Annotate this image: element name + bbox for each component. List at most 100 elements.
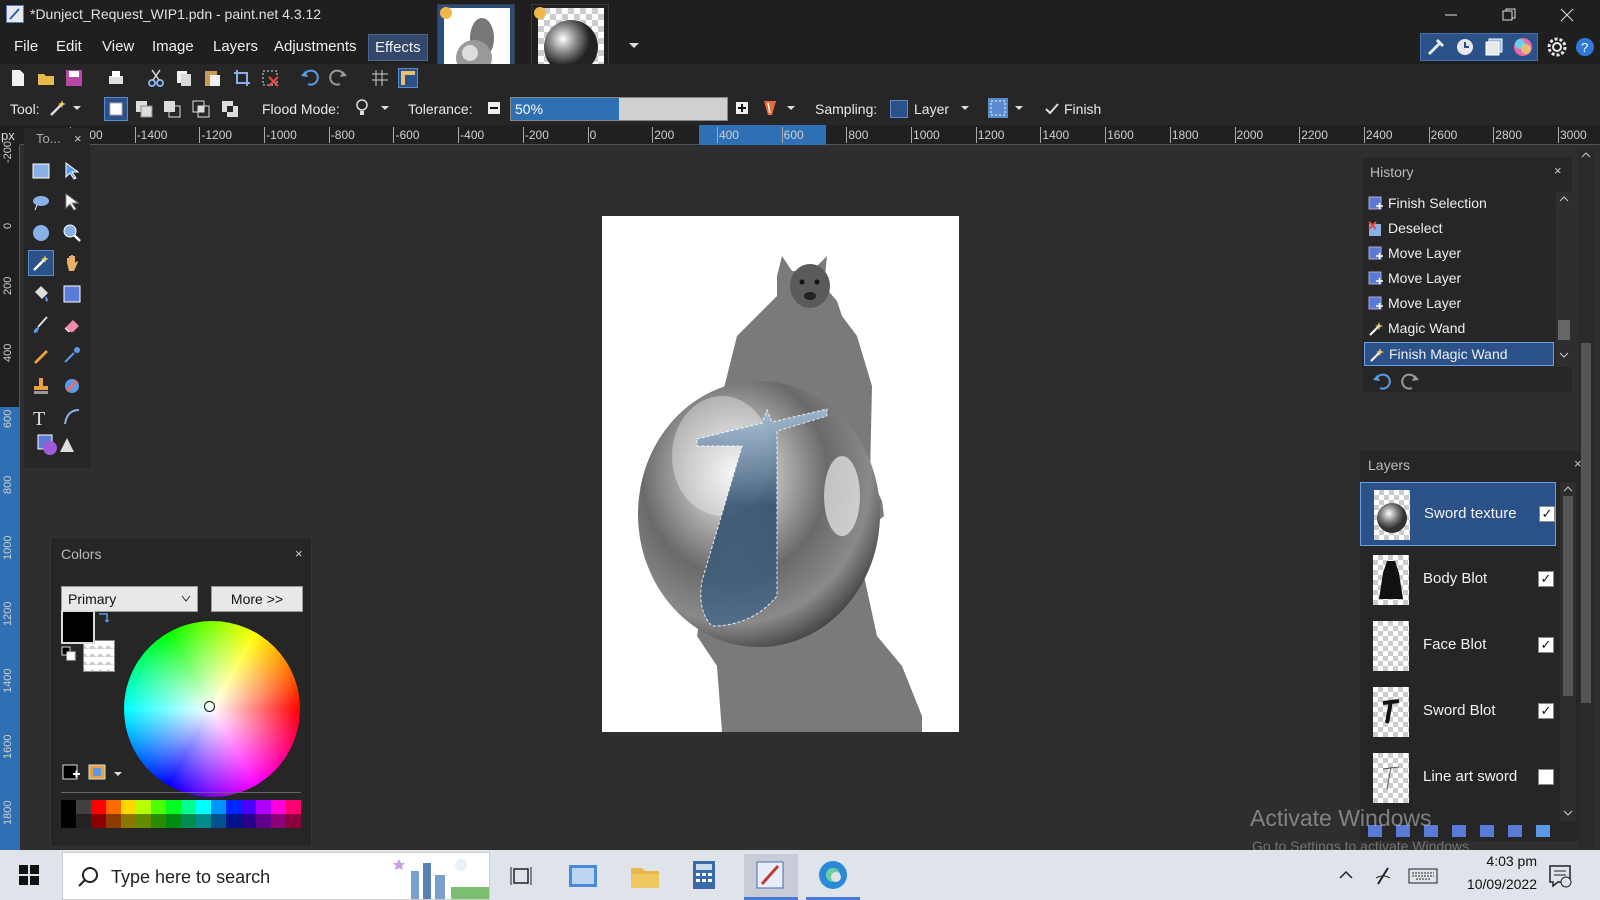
taskbar-search-box[interactable]: Type here to search xyxy=(62,852,490,900)
ellipse-select-icon[interactable] xyxy=(28,220,54,246)
palette-swatch[interactable] xyxy=(286,814,301,828)
history-redo-icon[interactable] xyxy=(1400,373,1420,391)
palette-swatch[interactable] xyxy=(121,800,136,814)
palette-swatch[interactable] xyxy=(166,814,181,828)
file-explorer-icon[interactable] xyxy=(630,862,660,890)
move-selected-pixels-icon[interactable] xyxy=(59,158,85,184)
show-hidden-icons-chevron-up-icon[interactable] xyxy=(1338,868,1354,882)
text-tool-icon[interactable]: T xyxy=(28,404,54,430)
notification-center-icon[interactable] xyxy=(1548,864,1572,888)
tools-toggle-icon[interactable] xyxy=(1425,36,1447,58)
palette-swatch[interactable] xyxy=(61,800,76,814)
pan-hand-icon[interactable] xyxy=(59,250,85,276)
palette-swatch[interactable] xyxy=(196,814,211,828)
reset-colors-icon[interactable] xyxy=(61,646,77,662)
palette-swatch[interactable] xyxy=(226,814,241,828)
layers-scroll-thumb[interactable] xyxy=(1563,496,1573,696)
layer-visibility-checkbox[interactable]: ✓ xyxy=(1539,506,1555,522)
menu-adjustments[interactable]: Adjustments xyxy=(268,38,363,55)
color-picker-icon[interactable] xyxy=(59,342,85,368)
palette-swatch[interactable] xyxy=(136,814,151,828)
history-item[interactable]: Finish Selection xyxy=(1364,192,1554,216)
palette-swatch[interactable] xyxy=(256,814,271,828)
palette-swatch[interactable] xyxy=(271,814,286,828)
pen-tray-icon[interactable] xyxy=(1374,864,1392,886)
palette-swatch[interactable] xyxy=(226,800,241,814)
history-panel-close-icon[interactable]: × xyxy=(1554,163,1562,178)
palette-swatch[interactable] xyxy=(196,800,211,814)
add-to-palette-icon[interactable] xyxy=(61,762,81,782)
pencil-icon[interactable] xyxy=(28,342,54,368)
palette-swatch[interactable] xyxy=(271,800,286,814)
move-layer-down-icon[interactable] xyxy=(1508,825,1522,837)
eraser-icon[interactable] xyxy=(59,312,85,338)
shapes-icon[interactable] xyxy=(34,431,78,457)
layer-visibility-checkbox[interactable]: ✓ xyxy=(1538,637,1554,653)
color-wheel-cursor[interactable] xyxy=(204,701,215,712)
colors-panel-close-icon[interactable]: × xyxy=(295,546,303,561)
antialiasing-chevron-down-icon[interactable] xyxy=(786,104,796,112)
layer-row[interactable]: Face Blot ✓ xyxy=(1360,614,1556,678)
move-selection-icon[interactable] xyxy=(59,189,85,215)
print-icon[interactable] xyxy=(106,68,126,88)
image-canvas[interactable] xyxy=(602,216,959,732)
clone-stamp-icon[interactable] xyxy=(28,373,54,399)
canvas-vertical-scrollbar[interactable] xyxy=(1578,148,1594,848)
layer-row[interactable]: Sword Blot ✓ xyxy=(1360,680,1556,744)
deselect-icon[interactable] xyxy=(260,68,280,88)
palette-swatch[interactable] xyxy=(241,814,256,828)
finish-button[interactable]: Finish xyxy=(1064,101,1101,117)
rectangle-select-icon[interactable] xyxy=(28,158,54,184)
history-undo-icon[interactable] xyxy=(1372,373,1392,391)
help-icon[interactable]: ? xyxy=(1574,36,1596,58)
sampling-layer-icon[interactable] xyxy=(890,100,908,118)
swap-colors-icon[interactable] xyxy=(97,610,111,624)
layer-visibility-checkbox[interactable]: ✓ xyxy=(1538,703,1554,719)
history-scroll-thumb[interactable] xyxy=(1558,320,1570,340)
undo-icon[interactable] xyxy=(300,68,320,88)
edge-browser-taskbar-button[interactable] xyxy=(806,854,860,900)
palette-swatch[interactable] xyxy=(181,814,196,828)
magic-wand-icon[interactable] xyxy=(48,98,68,118)
windows-start-icon[interactable] xyxy=(18,864,40,886)
selection-quality-chevron-down-icon[interactable] xyxy=(1014,104,1024,112)
palette-swatch[interactable] xyxy=(256,800,271,814)
menu-view[interactable]: View xyxy=(96,38,140,55)
layers-scroll-down-icon[interactable] xyxy=(1562,808,1574,818)
color-wheel[interactable] xyxy=(124,621,300,797)
paintbrush-icon[interactable] xyxy=(28,312,54,338)
history-item[interactable]: Deselect xyxy=(1364,217,1554,241)
document-list-dropdown-icon[interactable] xyxy=(628,40,640,52)
control-panel-taskbar-icon[interactable] xyxy=(568,862,598,890)
menu-image[interactable]: Image xyxy=(146,38,200,55)
palette-swatch[interactable] xyxy=(106,800,121,814)
merge-layer-icon[interactable] xyxy=(1452,825,1466,837)
layers-panel-close-icon[interactable]: × xyxy=(1574,456,1582,471)
palette-swatch[interactable] xyxy=(241,800,256,814)
palette-swatch[interactable] xyxy=(106,814,121,828)
tolerance-increase-icon[interactable] xyxy=(736,102,748,114)
checkmark-icon[interactable] xyxy=(1044,101,1060,117)
palette-chevron-down-icon[interactable] xyxy=(113,770,123,778)
touch-keyboard-icon[interactable] xyxy=(1408,868,1438,884)
paint-bucket-icon[interactable] xyxy=(28,281,54,307)
history-toggle-icon[interactable] xyxy=(1454,36,1476,58)
history-item[interactable]: Move Layer xyxy=(1364,242,1554,266)
palette-swatch[interactable] xyxy=(211,814,226,828)
selection-mode-intersect-icon[interactable] xyxy=(191,99,211,119)
tolerance-decrease-icon[interactable] xyxy=(488,102,500,114)
move-layer-up-icon[interactable] xyxy=(1480,825,1494,837)
selection-mode-replace-icon[interactable] xyxy=(104,97,128,121)
recolor-icon[interactable] xyxy=(59,373,85,399)
tools-panel-close-icon[interactable]: × xyxy=(74,131,82,146)
history-scroll-up-icon[interactable] xyxy=(1558,194,1570,204)
palette-swatch[interactable] xyxy=(61,814,76,828)
more-colors-button[interactable]: More >> xyxy=(211,586,303,612)
menu-file[interactable]: File xyxy=(8,38,44,55)
copy-icon[interactable] xyxy=(174,68,194,88)
layers-scroll-up-icon[interactable] xyxy=(1562,484,1574,494)
minimize-button[interactable] xyxy=(1428,0,1474,30)
redo-icon[interactable] xyxy=(328,68,348,88)
flood-mode-bulb-icon[interactable] xyxy=(354,98,370,118)
history-item[interactable]: Move Layer xyxy=(1364,292,1554,316)
